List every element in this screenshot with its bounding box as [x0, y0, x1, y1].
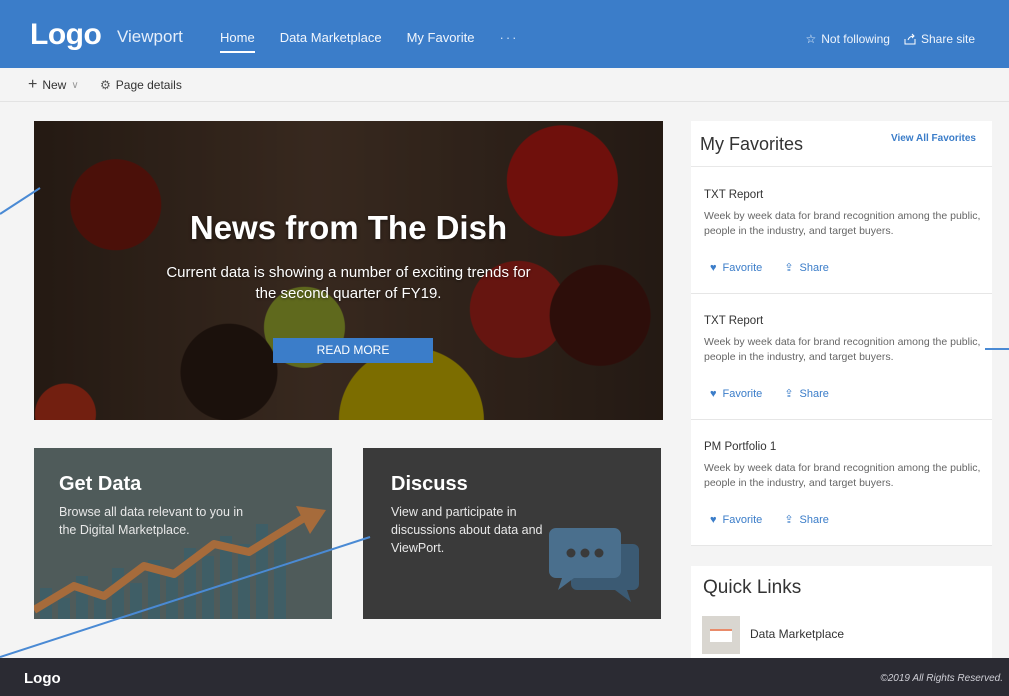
share-button[interactable]: ⇪ Share: [784, 387, 829, 401]
share-button[interactable]: ⇪ Share: [784, 261, 829, 275]
favorite-card[interactable]: TXT Report Week by week data for brand r…: [691, 168, 992, 294]
share-site-button[interactable]: Share site: [904, 32, 975, 46]
hero-subtitle: Current data is showing a number of exci…: [166, 264, 531, 302]
favorite-card-title[interactable]: PM Portfolio 1: [704, 441, 776, 453]
share-icon: ⇪: [784, 388, 794, 400]
chevron-down-icon: ∨: [71, 79, 79, 91]
favorite-button[interactable]: ♥ Favorite: [710, 261, 762, 274]
favorite-card-actions: ♥ Favorite ⇪ Share: [710, 513, 829, 527]
share-icon: ⇪: [784, 514, 794, 526]
page-details-button[interactable]: ⚙ Page details: [100, 78, 182, 92]
favorite-card-description: Week by week data for brand recognition …: [704, 336, 981, 363]
share-label: Share: [799, 387, 829, 400]
share-icon: [904, 33, 916, 45]
quick-links-title: Quick Links: [703, 577, 802, 598]
discuss-text: View and participate in discussions abou…: [391, 505, 543, 555]
favorite-button[interactable]: ♥ Favorite: [710, 513, 762, 526]
share-button[interactable]: ⇪ Share: [784, 513, 829, 527]
favorite-label: Favorite: [722, 513, 763, 526]
follow-button[interactable]: ☆ Not following: [806, 32, 890, 46]
favorite-label: Favorite: [722, 387, 763, 400]
favorite-card-title[interactable]: TXT Report: [704, 189, 763, 201]
discuss-title: Discuss: [391, 473, 468, 495]
footer: Logo ©2019 All Rights Reserved.: [0, 658, 1009, 696]
share-icon: ⇪: [784, 262, 794, 274]
plus-icon: +: [28, 76, 38, 93]
main-nav: Home Data Marketplace My Favorite ···: [220, 30, 543, 53]
hero-content: News from The Dish Current data is showi…: [34, 121, 663, 420]
favorite-label: Favorite: [722, 261, 763, 274]
footer-copyright: ©2019 All Rights Reserved.: [880, 673, 1003, 684]
footer-logo[interactable]: Logo: [24, 670, 61, 687]
nav-item-my-favorite[interactable]: My Favorite: [407, 30, 475, 51]
quick-links-panel: Quick Links Data Marketplace: [691, 566, 992, 658]
site-actions: ☆ Not following Share site: [806, 32, 976, 46]
nav-item-home[interactable]: Home: [220, 30, 255, 53]
discuss-tile[interactable]: Discuss View and participate in discussi…: [363, 448, 661, 619]
favorite-button[interactable]: ♥ Favorite: [710, 387, 762, 400]
command-bar: + New ∨ ⚙ Page details: [0, 68, 1009, 102]
follow-label: Not following: [821, 32, 890, 46]
site-name[interactable]: Viewport: [117, 27, 183, 47]
favorites-panel: My Favorites View All Favorites TXT Repo…: [691, 121, 992, 546]
heart-icon: ♥: [710, 261, 717, 274]
favorite-card-description: Week by week data for brand recognition …: [704, 462, 981, 489]
view-all-favorites-link[interactable]: View All Favorites: [891, 133, 976, 144]
favorite-card-actions: ♥ Favorite ⇪ Share: [710, 261, 829, 275]
new-label: New: [42, 78, 67, 92]
quick-link-data-marketplace[interactable]: Data Marketplace: [750, 627, 844, 641]
hero-banner: News from The Dish Current data is showi…: [34, 121, 663, 420]
quick-link-thumbnail[interactable]: [702, 616, 740, 654]
site-logo[interactable]: Logo: [30, 18, 102, 52]
share-label: Share: [799, 513, 829, 526]
gear-icon: ⚙: [100, 78, 111, 92]
nav-more-menu[interactable]: ···: [499, 30, 518, 51]
read-more-button[interactable]: READ MORE: [273, 338, 433, 363]
hero-title: News from The Dish: [189, 209, 508, 246]
heart-icon: ♥: [710, 387, 717, 400]
heart-icon: ♥: [710, 513, 717, 526]
page-details-label: Page details: [115, 78, 182, 92]
favorite-card-actions: ♥ Favorite ⇪ Share: [710, 387, 829, 401]
favorites-title: My Favorites: [700, 134, 804, 154]
get-data-text: Browse all data relevant to you in the D…: [59, 505, 244, 537]
share-label: Share: [799, 261, 829, 274]
favorite-card-title[interactable]: TXT Report: [704, 315, 763, 327]
star-icon: ☆: [805, 32, 817, 46]
nav-item-data-marketplace[interactable]: Data Marketplace: [280, 30, 382, 51]
favorite-card[interactable]: PM Portfolio 1 Week by week data for bra…: [691, 420, 992, 546]
get-data-title: Get Data: [59, 473, 142, 495]
top-nav-bar: Logo Viewport Home Data Marketplace My F…: [0, 0, 1009, 68]
favorite-card-description: Week by week data for brand recognition …: [704, 210, 981, 237]
share-site-label: Share site: [920, 32, 975, 46]
favorite-card[interactable]: TXT Report Week by week data for brand r…: [691, 294, 992, 420]
new-button[interactable]: + New ∨: [28, 76, 79, 93]
favorites-header: My Favorites View All Favorites: [691, 121, 992, 167]
get-data-tile[interactable]: Get Data Browse all data relevant to you…: [34, 448, 332, 619]
